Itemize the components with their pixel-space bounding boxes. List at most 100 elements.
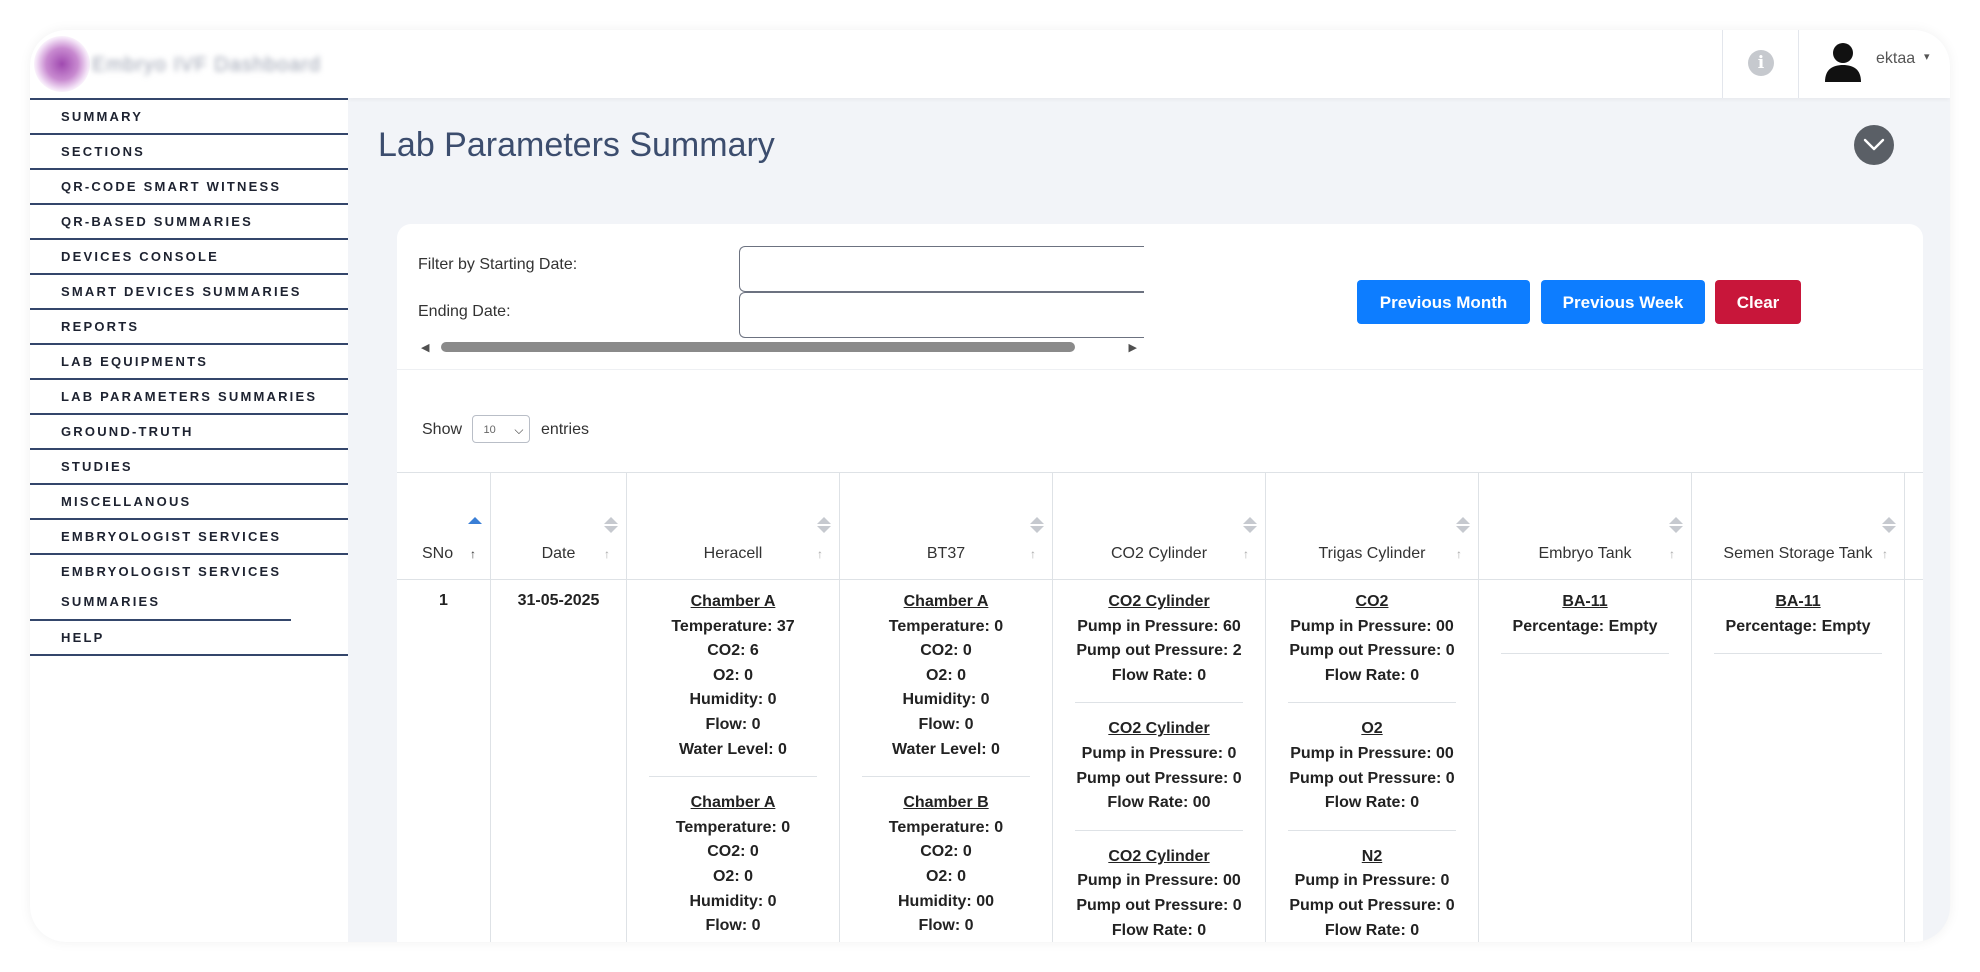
reading-line: Pump out Pressure: 0 [1289,642,1455,660]
cell-bt37: Chamber A Temperature: 0 CO2: 0 O2: 0 Humidi… [840,578,1053,942]
sidebar-item-embryologist-services[interactable]: EMBRYOLOGIST SERVICES [30,520,348,555]
reading-line: O2: 0 [925,666,966,684]
user-name[interactable]: ektaa [1876,50,1915,68]
device-reading-group: Chamber A Temperature: 0 CO2: 0 O2: 0 Humidi… [840,590,1052,762]
column-header-co2-cylinder[interactable]: CO2 Cylinder ↑ [1053,473,1266,579]
reading-line: Flow Rate: 0 [1324,921,1420,939]
device-title-link[interactable]: Chamber A [627,590,839,615]
sidebar-item-reports[interactable]: REPORTS [30,310,348,345]
sort-arrow-icon: ↑ [470,547,476,561]
brand-logo[interactable]: Embryo IVF Dashboard [30,30,348,100]
reading-line: CO2: 6 [707,642,759,660]
sidebar-item-sections[interactable]: SECTIONS [30,135,348,170]
sidebar-item-qr-code-smart-witness[interactable]: QR-CODE SMART WITNESS [30,170,348,205]
reading-line: Humidity: 00 [897,892,994,910]
sidebar-item-qr-based-summaries[interactable]: QR-BASED SUMMARIES [30,205,348,240]
divider [1798,30,1799,98]
column-header-bt37[interactable]: BT37 ↑ [840,473,1053,579]
reading-line: Water Level: 0 [627,939,839,943]
scroll-right-icon[interactable]: ▶ [1129,341,1137,354]
reading-line: Temperature: 0 [675,818,791,836]
device-reading-group: N2 Pump in Pressure: 0 Pump out Pressure: … [1266,845,1478,942]
brand-name: Embryo IVF Dashboard [92,54,321,76]
device-title-link[interactable]: CO2 [1266,590,1478,615]
reading-line: Pump out Pressure: 0 [1076,896,1242,914]
entries-label: entries [540,421,589,439]
reading-line: Flow: 0 [918,715,974,733]
device-reading-group: BA-11 Percentage: Empty [1479,590,1691,639]
device-reading-group: Chamber A Temperature: 0 CO2: 0 O2: 0 Humidi… [627,791,839,942]
sidebar-item-help[interactable]: HELP [30,621,348,656]
device-title-link[interactable]: BA-11 [1692,590,1904,615]
reading-line: Pump out Pressure: 2 [1076,642,1242,660]
sidebar-item-summary[interactable]: SUMMARY [30,100,348,135]
group-divider [649,776,817,778]
device-title-link[interactable]: Chamber A [627,791,839,816]
reading-line: CO2: 0 [707,843,759,861]
device-title-link[interactable]: Chamber A [840,590,1052,615]
sidebar-item-ground-truth[interactable]: GROUND-TRUTH [30,415,348,450]
column-header-sno[interactable]: SNo ↑ [397,473,491,579]
device-title-link[interactable]: Chamber B [840,791,1052,816]
info-icon[interactable]: i [1748,50,1774,76]
sort-arrow-icon: ↑ [604,547,610,561]
sidebar-item-studies[interactable]: STUDIES [30,450,348,485]
reading-line: Temperature: 0 [888,818,1004,836]
sidebar-item-lab-parameters-summaries[interactable]: LAB PARAMETERS SUMMARIES [30,380,348,415]
column-header-semen-storage-tank[interactable]: Semen Storage Tank ↑ [1692,473,1905,579]
device-reading-group: Chamber B Temperature: 0 CO2: 0 O2: 0 Humidi… [840,791,1052,942]
previous-month-button[interactable]: Previous Month [1357,280,1530,324]
reading-line: Humidity: 0 [902,691,990,709]
sort-icon [1669,517,1683,535]
sidebar-item-smart-devices-summaries[interactable]: SMART DEVICES SUMMARIES [30,275,348,310]
cell-heracell: Chamber A Temperature: 37 CO2: 6 O2: 0 Humid… [627,578,840,942]
group-divider [1714,653,1882,655]
column-header-heracell[interactable]: Heracell ↑ [627,473,840,579]
device-title-link[interactable]: BA-11 [1479,590,1691,615]
reading-line: Water Level: 0 [840,939,1052,943]
group-divider [862,776,1030,778]
scrollbar-thumb[interactable] [441,342,1075,352]
device-title-link[interactable]: CO2 Cylinder [1053,845,1265,870]
sidebar-item-embryologist-services-summaries[interactable]: EMBRYOLOGIST SERVICES SUMMARIES [30,555,291,621]
group-divider [1288,829,1456,831]
collapse-button[interactable] [1854,125,1894,165]
horizontal-scrollbar[interactable]: ◀ ▶ [421,340,1137,354]
previous-week-button[interactable]: Previous Week [1541,280,1705,324]
sidebar-item-miscellanous[interactable]: MISCELLANOUS [30,485,348,520]
column-header-date[interactable]: Date ↑ [491,473,627,579]
device-title-link[interactable]: O2 [1266,717,1478,742]
device-title-link[interactable]: CO2 Cylinder [1053,590,1265,615]
reading-line: Temperature: 37 [671,617,795,635]
clear-button[interactable]: Clear [1715,280,1801,324]
chevron-down-icon [1863,138,1885,151]
reading-line: Flow: 0 [918,917,974,935]
summary-card: Filter by Starting Date: Ending Date: ◀ … [397,224,1923,942]
sort-icon [604,517,618,535]
sidebar-item-devices-console[interactable]: DEVICES CONSOLE [30,240,348,275]
sidebar: Embryo IVF Dashboard SUMMARY SECTIONS QR… [30,30,348,942]
end-date-input[interactable] [739,292,1144,338]
reading-line: Water Level: 0 [892,740,1000,758]
user-avatar-icon[interactable] [1824,42,1862,82]
device-title-link[interactable]: N2 [1266,845,1478,870]
reading-line: CO2: 0 [920,642,972,660]
column-header-trigas-cylinder[interactable]: Trigas Cylinder ↑ [1266,473,1479,579]
reading-line: Flow: 0 [705,917,761,935]
start-date-input[interactable] [739,246,1144,292]
start-date-label: Filter by Starting Date: [418,256,578,273]
reading-line: Flow Rate: 0 [1111,666,1207,684]
page-title: Lab Parameters Summary [378,126,775,164]
caret-down-icon[interactable]: ▾ [1924,50,1930,63]
reading-line: Pump in Pressure: 00 [1077,872,1241,890]
column-header-embryo-tank[interactable]: Embryo Tank ↑ [1479,473,1692,579]
sidebar-item-lab-equipments[interactable]: LAB EQUIPMENTS [30,345,348,380]
entries-select[interactable]: 10 ⌵ [472,415,531,443]
table-header-row: SNo ↑ Date ↑ Heracell ↑ BT37 ↑ CO2 Cylin… [397,472,1923,580]
reading-line: Pump in Pressure: 0 [1081,744,1237,762]
device-title-link[interactable]: CO2 Cylinder [1053,717,1265,742]
device-reading-group: O2 Pump in Pressure: 00 Pump out Pressure:… [1266,717,1478,815]
scroll-left-icon[interactable]: ◀ [421,341,429,354]
sort-arrow-icon: ↑ [817,547,823,561]
sort-icon [1243,517,1257,535]
